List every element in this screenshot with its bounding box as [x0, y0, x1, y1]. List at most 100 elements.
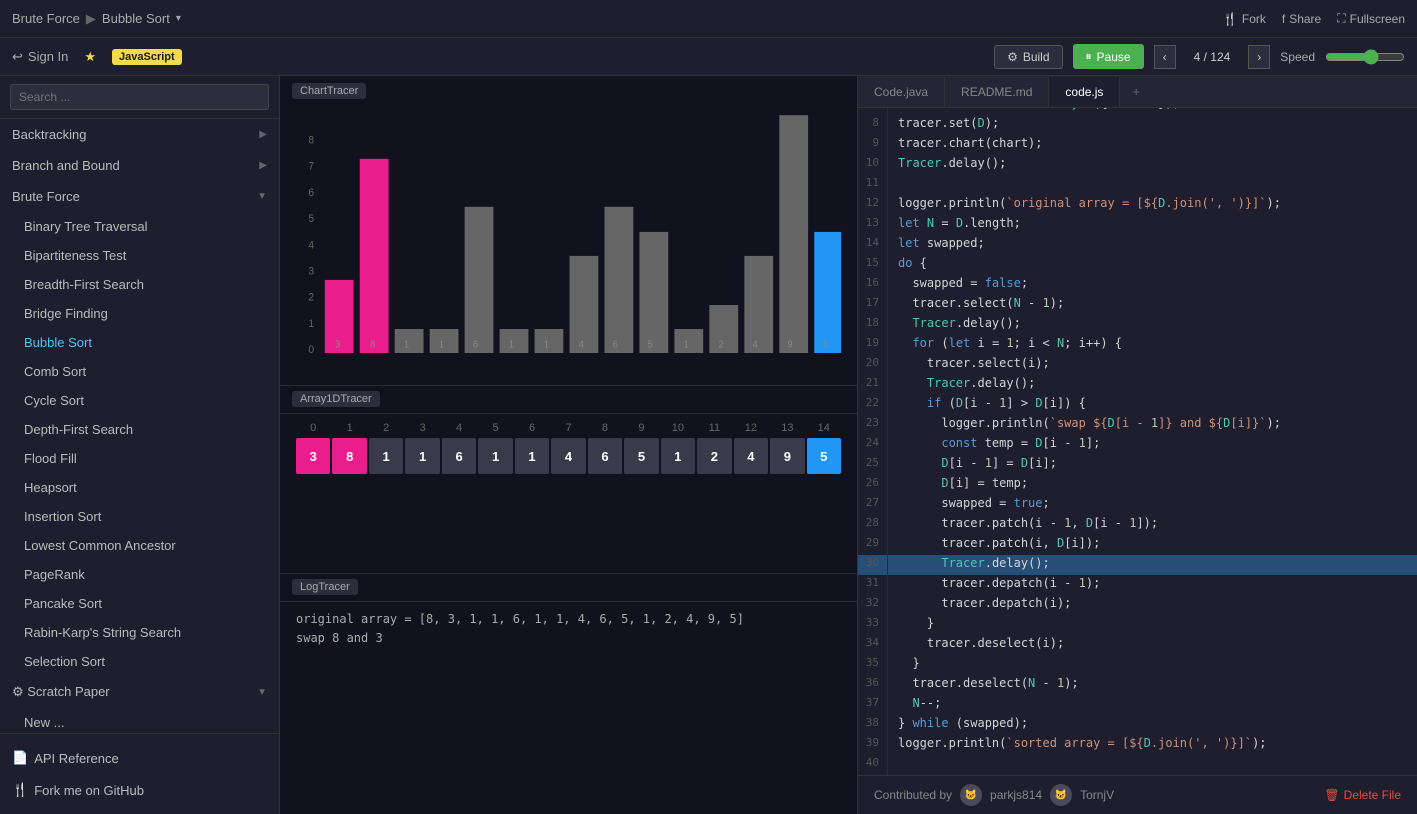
line-content[interactable]: }	[888, 615, 1417, 635]
sidebar-item-heapsort[interactable]: Heapsort	[0, 473, 279, 502]
line-content[interactable]: tracer.select(i);	[888, 355, 1417, 375]
sidebar-item-selection-sort[interactable]: Selection Sort	[0, 647, 279, 676]
fullscreen-button[interactable]: ⛶ Fullscreen	[1337, 11, 1405, 26]
line-content[interactable]: N--;	[888, 695, 1417, 715]
code-line: 28 tracer.patch(i - 1, D[i - 1]);	[858, 515, 1417, 535]
line-content[interactable]: Tracer.delay();	[888, 375, 1417, 395]
line-content[interactable]: const D = Randomize.Array1D({ N: 15 });	[888, 108, 1417, 115]
line-content[interactable]: tracer.deselect(N - 1);	[888, 675, 1417, 695]
line-content[interactable]: tracer.depatch(i - 1);	[888, 575, 1417, 595]
sidebar-item-backtracking[interactable]: Backtracking ▶	[0, 119, 279, 150]
line-content[interactable]	[888, 175, 1417, 195]
sidebar-footer-api-reference[interactable]: 📄 API Reference	[0, 742, 279, 774]
line-content[interactable]: tracer.depatch(i);	[888, 595, 1417, 615]
line-number: 20	[858, 355, 888, 375]
avatar-parkjs814: 🐱	[960, 784, 982, 806]
speed-slider[interactable]	[1325, 49, 1405, 65]
sidebar-item-pagerank[interactable]: PageRank	[0, 560, 279, 589]
code-line: 37 N--;	[858, 695, 1417, 715]
sidebar-item-scratch-paper[interactable]: ⚙ Scratch Paper ▼	[0, 676, 279, 708]
prev-step-button[interactable]: ‹	[1154, 45, 1176, 69]
sidebar-item-binary-tree-traversal[interactable]: Binary Tree Traversal	[0, 212, 279, 241]
sidebar-item-brute-force[interactable]: Brute Force ▼	[0, 181, 279, 212]
sidebar-item-branch-and-bound[interactable]: Branch and Bound ▶	[0, 150, 279, 181]
sidebar-item-depth-first-search[interactable]: Depth-First Search	[0, 415, 279, 444]
sidebar-item-pancake-sort[interactable]: Pancake Sort	[0, 589, 279, 618]
array-index: 5	[478, 422, 512, 434]
line-content[interactable]: tracer.patch(i, D[i]);	[888, 535, 1417, 555]
fork-button[interactable]: 🍴 Fork	[1223, 12, 1266, 26]
code-line: 7const D = Randomize.Array1D({ N: 15 });	[858, 108, 1417, 115]
line-content[interactable]: logger.println(`sorted array = [${D.join…	[888, 735, 1417, 755]
line-content[interactable]: swapped = true;	[888, 495, 1417, 515]
svg-text:1: 1	[404, 339, 409, 350]
line-content[interactable]: tracer.chart(chart);	[888, 135, 1417, 155]
line-number: 17	[858, 295, 888, 315]
build-button[interactable]: ⚙ Build	[994, 45, 1062, 69]
sidebar-item-rabin-karp[interactable]: Rabin-Karp's String Search	[0, 618, 279, 647]
line-content[interactable]: }	[888, 655, 1417, 675]
next-step-button[interactable]: ›	[1248, 45, 1270, 69]
line-content[interactable]: logger.println(`swap ${D[i - 1]} and ${D…	[888, 415, 1417, 435]
line-content[interactable]	[888, 755, 1417, 775]
dropdown-arrow-icon[interactable]: ▾	[176, 13, 181, 24]
line-content[interactable]: const temp = D[i - 1];	[888, 435, 1417, 455]
svg-text:1: 1	[684, 339, 689, 350]
sidebar-item-lowest-common-ancestor[interactable]: Lowest Common Ancestor	[0, 531, 279, 560]
line-content[interactable]: if (D[i - 1] > D[i]) {	[888, 395, 1417, 415]
code-line: 18 Tracer.delay();	[858, 315, 1417, 335]
line-content[interactable]: logger.println(`original array = [${D.jo…	[888, 195, 1417, 215]
signin-button[interactable]: ↩ Sign In	[12, 49, 68, 65]
search-input[interactable]	[10, 84, 269, 110]
pause-button[interactable]: ⏸ Pause	[1073, 44, 1144, 69]
line-content[interactable]: D[i - 1] = D[i];	[888, 455, 1417, 475]
array-tracer-section: Array1DTracer	[280, 385, 857, 413]
sidebar-item-comb-sort[interactable]: Comb Sort	[0, 357, 279, 386]
tab-code-java[interactable]: Code.java	[858, 77, 945, 107]
svg-text:4: 4	[753, 339, 759, 350]
line-content[interactable]: tracer.deselect(i);	[888, 635, 1417, 655]
chevron-right-icon: ▶	[259, 160, 267, 171]
line-content[interactable]: tracer.patch(i - 1, D[i - 1]);	[888, 515, 1417, 535]
add-tab-button[interactable]: +	[1120, 76, 1152, 107]
api-icon: 📄	[12, 750, 28, 766]
line-content[interactable]: let swapped;	[888, 235, 1417, 255]
line-content[interactable]: tracer.select(N - 1);	[888, 295, 1417, 315]
code-footer: Contributed by 🐱 parkjs814 🐱 TornjV 🗑 De…	[858, 775, 1417, 814]
line-content[interactable]: Tracer.delay();	[888, 315, 1417, 335]
tab-code-js[interactable]: code.js	[1049, 77, 1120, 107]
language-badge[interactable]: JavaScript	[112, 49, 182, 65]
sidebar-footer-github[interactable]: 🍴 Fork me on GitHub	[0, 774, 279, 806]
code-editor[interactable]: 1const { Tracer, Array1DTracer, ChartTra…	[858, 108, 1417, 775]
array-tracer-label: Array1DTracer	[292, 391, 380, 407]
line-content[interactable]: let N = D.length;	[888, 215, 1417, 235]
array-cell: 4	[551, 438, 585, 474]
array-index: 2	[369, 422, 403, 434]
sidebar-item-insertion-sort[interactable]: Insertion Sort	[0, 502, 279, 531]
line-content[interactable]: for (let i = 1; i < N; i++) {	[888, 335, 1417, 355]
svg-text:9: 9	[788, 339, 793, 350]
svg-text:5: 5	[648, 339, 653, 350]
sidebar-item-breadth-first-search[interactable]: Breadth-First Search	[0, 270, 279, 299]
line-content[interactable]: Tracer.delay();	[888, 155, 1417, 175]
array-cell: 5	[624, 438, 658, 474]
line-content[interactable]: } while (swapped);	[888, 715, 1417, 735]
line-content[interactable]: do {	[888, 255, 1417, 275]
line-content[interactable]: swapped = false;	[888, 275, 1417, 295]
tab-readme-md[interactable]: README.md	[945, 77, 1049, 107]
line-content[interactable]: Tracer.delay();	[888, 555, 1417, 575]
breadcrumb-brute-force[interactable]: Brute Force	[12, 11, 80, 26]
sidebar-item-cycle-sort[interactable]: Cycle Sort	[0, 386, 279, 415]
line-number: 18	[858, 315, 888, 335]
sidebar-item-bridge-finding[interactable]: Bridge Finding	[0, 299, 279, 328]
sidebar-item-new[interactable]: New ...	[0, 708, 279, 733]
sidebar-item-bipartiteness-test[interactable]: Bipartiteness Test	[0, 241, 279, 270]
sidebar-item-bubble-sort[interactable]: Bubble Sort	[0, 328, 279, 357]
breadcrumb-bubble-sort[interactable]: Bubble Sort	[102, 11, 170, 26]
line-content[interactable]: tracer.set(D);	[888, 115, 1417, 135]
share-button[interactable]: f Share	[1282, 12, 1321, 26]
sidebar-item-flood-fill[interactable]: Flood Fill	[0, 444, 279, 473]
line-content[interactable]: D[i] = temp;	[888, 475, 1417, 495]
delete-file-button[interactable]: 🗑 Delete File	[1324, 788, 1401, 802]
svg-text:2: 2	[308, 291, 314, 303]
